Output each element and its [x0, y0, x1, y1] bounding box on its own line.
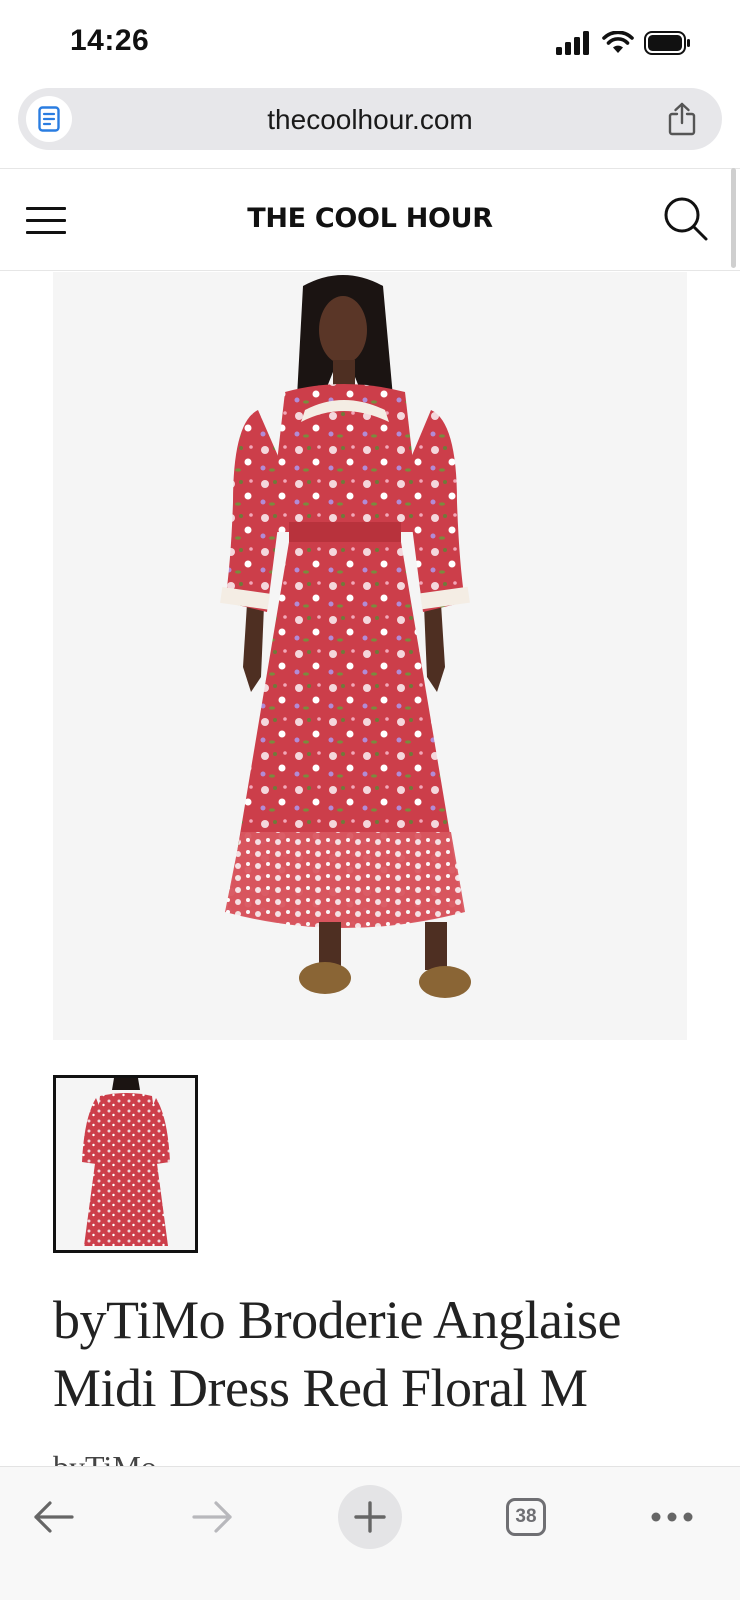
thumbnail-dress-illustration: [82, 1078, 170, 1246]
more-button[interactable]: [640, 1485, 704, 1549]
url-text[interactable]: thecoolhour.com: [18, 104, 722, 136]
tabs-button[interactable]: 38: [494, 1485, 558, 1549]
search-icon: [664, 197, 708, 241]
tab-count-badge: 38: [506, 1498, 546, 1536]
model-dress-illustration: [220, 275, 471, 998]
product-main-image[interactable]: [53, 272, 687, 1040]
address-bar[interactable]: thecoolhour.com: [18, 88, 722, 150]
back-button[interactable]: [22, 1485, 86, 1549]
status-icons: [556, 30, 692, 56]
status-time: 14:26: [70, 24, 150, 57]
search-button[interactable]: [662, 195, 710, 243]
signal-icon: [556, 31, 589, 55]
forward-button[interactable]: [180, 1485, 244, 1549]
arrow-right-icon: [192, 1501, 232, 1533]
product-thumbnail[interactable]: [53, 1075, 198, 1253]
more-horizontal-icon: [651, 1512, 693, 1522]
product-title: byTiMo Broderie Anglaise Midi Dress Red …: [53, 1290, 622, 1418]
plus-icon: [354, 1501, 386, 1533]
site-logo[interactable]: THE COOL HOUR: [0, 203, 740, 234]
site-header: THE COOL HOUR: [0, 168, 740, 271]
share-button[interactable]: [664, 100, 700, 138]
new-tab-button[interactable]: [338, 1485, 402, 1549]
status-bar: 14:26: [0, 0, 740, 84]
browser-toolbar: 38: [0, 1466, 740, 1600]
battery-icon: [644, 31, 690, 55]
arrow-left-icon: [34, 1501, 74, 1533]
share-icon: [668, 102, 696, 136]
wifi-icon: [602, 31, 634, 53]
scrollbar[interactable]: [731, 168, 736, 268]
